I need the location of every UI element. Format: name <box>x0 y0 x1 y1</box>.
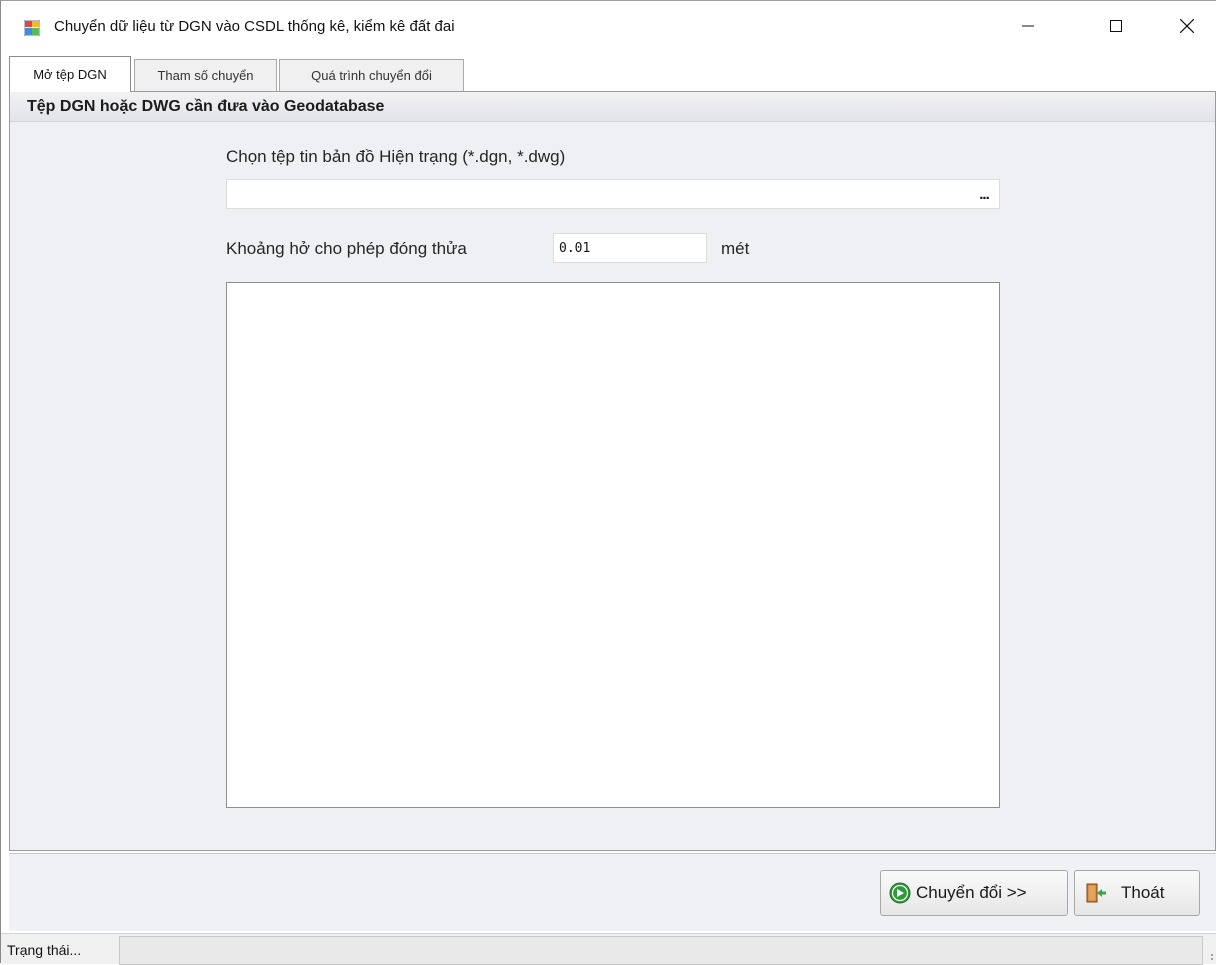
tolerance-input[interactable]: 0.01 <box>553 233 707 263</box>
action-bar: Chuyển đổi >> Thoát <box>9 853 1216 931</box>
convert-button-label: Chuyển đổi >> <box>916 883 1027 902</box>
tab-conversion-params[interactable]: Tham số chuyển <box>134 59 277 91</box>
window-title: Chuyển dữ liệu từ DGN vào CSDL thống kê,… <box>54 18 455 35</box>
resize-grip-icon[interactable] <box>1204 948 1214 962</box>
maximize-button[interactable] <box>1080 1 1152 55</box>
arrow-right-circle-icon <box>889 882 911 904</box>
panel-header: Tệp DGN hoặc DWG cần đưa vào Geodatabase <box>10 92 1215 122</box>
exit-button-label: Thoát <box>1121 883 1165 902</box>
file-label: Chọn tệp tin bản đồ Hiện trạng (*.dgn, *… <box>226 147 566 166</box>
browse-button[interactable]: ... <box>973 180 995 208</box>
close-button[interactable] <box>1151 1 1216 55</box>
app-window-icon <box>23 19 41 37</box>
minimize-icon <box>1022 19 1034 37</box>
minimize-button[interactable] <box>992 1 1064 55</box>
status-field <box>119 936 1203 965</box>
tolerance-label: Khoảng hở cho phép đóng thửa <box>226 239 467 258</box>
tab-strip: Mở tệp DGN Tham số chuyển Quá trình chuy… <box>9 56 1216 92</box>
maximize-icon <box>1110 19 1122 37</box>
tab-conversion-progress[interactable]: Quá trình chuyển đổi <box>279 59 464 91</box>
open-dgn-panel: Tệp DGN hoặc DWG cần đưa vào Geodatabase… <box>9 91 1216 851</box>
status-bar: Trạng thái... <box>1 933 1216 965</box>
tolerance-unit: mét <box>721 239 750 258</box>
exit-door-icon <box>1085 882 1107 904</box>
file-path-input[interactable]: ... <box>226 179 1000 209</box>
panel-header-title: Tệp DGN hoặc DWG cần đưa vào Geodatabase <box>27 98 385 115</box>
dialog-window: Chuyển dữ liệu từ DGN vào CSDL thống kê,… <box>0 0 1216 965</box>
convert-button[interactable]: Chuyển đổi >> <box>880 870 1068 916</box>
log-textarea[interactable] <box>226 282 1000 808</box>
title-bar[interactable]: Chuyển dữ liệu từ DGN vào CSDL thống kê,… <box>1 1 1216 55</box>
exit-button[interactable]: Thoát <box>1074 870 1200 916</box>
tab-open-dgn[interactable]: Mở tệp DGN <box>9 56 131 92</box>
close-icon <box>1179 18 1195 38</box>
status-label: Trạng thái... <box>7 942 82 958</box>
